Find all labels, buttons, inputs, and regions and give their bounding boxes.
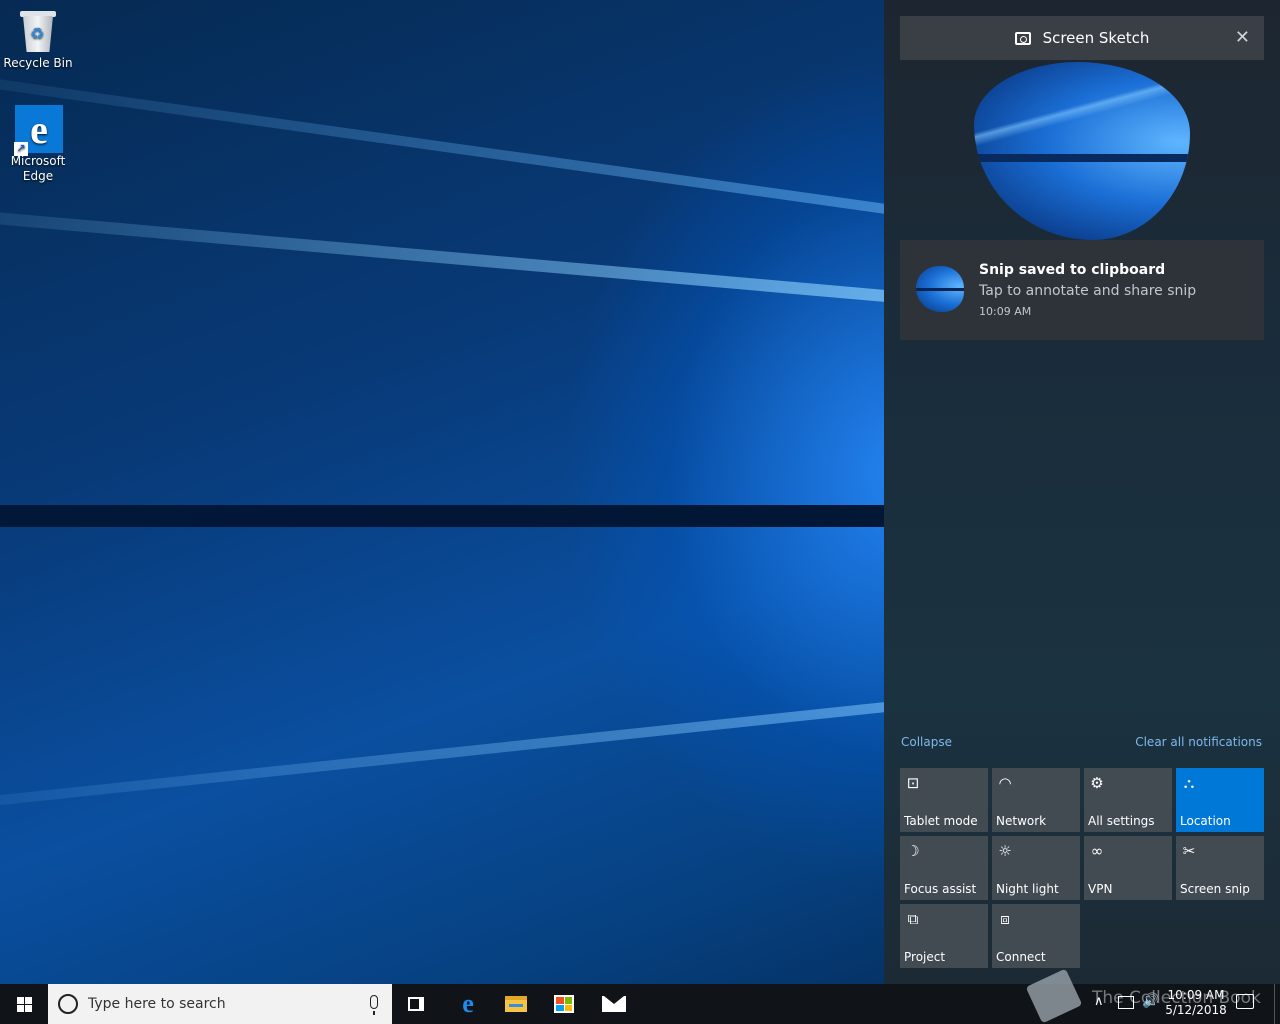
quick-action-label: All settings (1088, 814, 1155, 828)
quick-action-connect[interactable]: ⧈ Connect (992, 904, 1080, 968)
quick-action-label: Tablet mode (904, 814, 978, 828)
quick-action-label: Night light (996, 882, 1059, 896)
quick-action-label: Screen snip (1180, 882, 1250, 896)
notification-group-title: Screen Sketch (1042, 29, 1150, 47)
wallpaper-dark-band (0, 505, 890, 527)
close-icon[interactable]: ✕ (1235, 27, 1250, 48)
taskbar-search-box[interactable] (48, 984, 392, 1024)
desktop-icon-recycle-bin[interactable]: ♻ Recycle Bin (0, 6, 76, 71)
toast-title: Snip saved to clipboard (979, 262, 1166, 278)
quick-action-focus-assist[interactable]: ☽ Focus assist (900, 836, 988, 900)
quick-action-label: VPN (1088, 882, 1113, 896)
project-icon: ⧉ (907, 910, 919, 928)
quick-actions-grid: ⊡ Tablet mode ◠ Network ⚙ All settings ⛬ Locati… (900, 768, 1264, 968)
store-icon (554, 995, 574, 1013)
location-icon: ⛬ (1183, 774, 1195, 792)
tablet-mode-icon: ⊡ (906, 774, 920, 792)
sun-icon: ☼ (998, 842, 1012, 860)
taskbar-store-button[interactable] (540, 984, 588, 1024)
edge-icon: e ↗ (14, 104, 63, 156)
volume-icon[interactable]: 🔊 (1142, 993, 1159, 1009)
edge-icon: e (462, 989, 474, 1018)
wallpaper-light-beam (0, 195, 1001, 312)
taskbar-edge-button[interactable]: e (444, 984, 492, 1024)
toast-body: Tap to annotate and share snip (979, 283, 1197, 299)
quick-action-label: Connect (996, 950, 1046, 964)
taskbar-clock[interactable]: 10:09 AM 5/12/2018 (1164, 988, 1228, 1018)
task-view-button[interactable] (392, 984, 440, 1024)
cortana-icon (58, 994, 78, 1014)
network-icon: ◠ (998, 774, 1012, 792)
quick-action-tablet-mode[interactable]: ⊡ Tablet mode (900, 768, 988, 832)
quick-action-label: Focus assist (904, 882, 977, 896)
snip-preview-image[interactable] (974, 62, 1190, 240)
quick-action-location[interactable]: ⛬ Location (1176, 768, 1264, 832)
notification-group-header[interactable]: Screen Sketch ✕ (900, 16, 1264, 60)
wallpaper-light-beam (0, 690, 1001, 826)
shortcut-arrow-icon: ↗ (14, 142, 28, 156)
folder-icon (505, 996, 527, 1012)
quick-action-vpn[interactable]: ∞ VPN (1084, 836, 1172, 900)
desktop-icon-label: Microsoft Edge (10, 154, 66, 183)
quick-action-screen-snip[interactable]: ✂ Screen snip (1176, 836, 1264, 900)
screen-sketch-icon (1014, 31, 1031, 45)
notification-toast[interactable]: Snip saved to clipboard Tap to annotate … (900, 240, 1264, 340)
mail-icon (602, 996, 626, 1012)
action-center-icon[interactable] (1236, 994, 1254, 1009)
start-button[interactable] (0, 984, 48, 1024)
snip-thumbnail (916, 266, 964, 312)
desktop-icon-microsoft-edge[interactable]: e ↗ Microsoft Edge (0, 104, 76, 184)
show-desktop-button[interactable] (1274, 984, 1280, 1024)
action-center-panel: Screen Sketch ✕ Snip saved to clipboard … (884, 0, 1280, 984)
book-logo-icon (1025, 968, 1083, 1024)
taskbar-file-explorer-button[interactable] (492, 984, 540, 1024)
clear-all-notifications-link[interactable]: Clear all notifications (1135, 735, 1262, 749)
recycle-bin-icon: ♻ (14, 6, 62, 54)
screen-snip-icon: ✂ (1182, 842, 1196, 860)
connect-icon: ⧈ (1000, 910, 1010, 928)
quick-action-night-light[interactable]: ☼ Night light (992, 836, 1080, 900)
desktop-icon-label: Recycle Bin (3, 56, 73, 70)
windows-logo-icon (16, 996, 32, 1012)
quick-action-all-settings[interactable]: ⚙ All settings (1084, 768, 1172, 832)
clock-date: 5/12/2018 (1165, 1003, 1227, 1017)
network-icon[interactable] (1118, 996, 1134, 1009)
wallpaper-light-beam (0, 53, 1001, 230)
microphone-icon[interactable] (370, 995, 378, 1015)
taskbar-mail-button[interactable] (590, 984, 638, 1024)
quick-action-label: Project (904, 950, 946, 964)
moon-icon: ☽ (906, 842, 920, 860)
quick-action-network[interactable]: ◠ Network (992, 768, 1080, 832)
gear-icon: ⚙ (1090, 774, 1104, 792)
toast-time: 10:09 AM (979, 305, 1032, 318)
task-view-icon (408, 997, 424, 1011)
search-input[interactable] (88, 994, 348, 1014)
clock-time: 10:09 AM (1167, 988, 1225, 1002)
collapse-link[interactable]: Collapse (901, 735, 952, 749)
vpn-icon: ∞ (1090, 842, 1104, 860)
show-hidden-icons-icon[interactable]: ∧ (1094, 994, 1104, 1009)
quick-action-label: Network (996, 814, 1047, 828)
quick-action-project[interactable]: ⧉ Project (900, 904, 988, 968)
quick-action-label: Location (1180, 814, 1231, 828)
